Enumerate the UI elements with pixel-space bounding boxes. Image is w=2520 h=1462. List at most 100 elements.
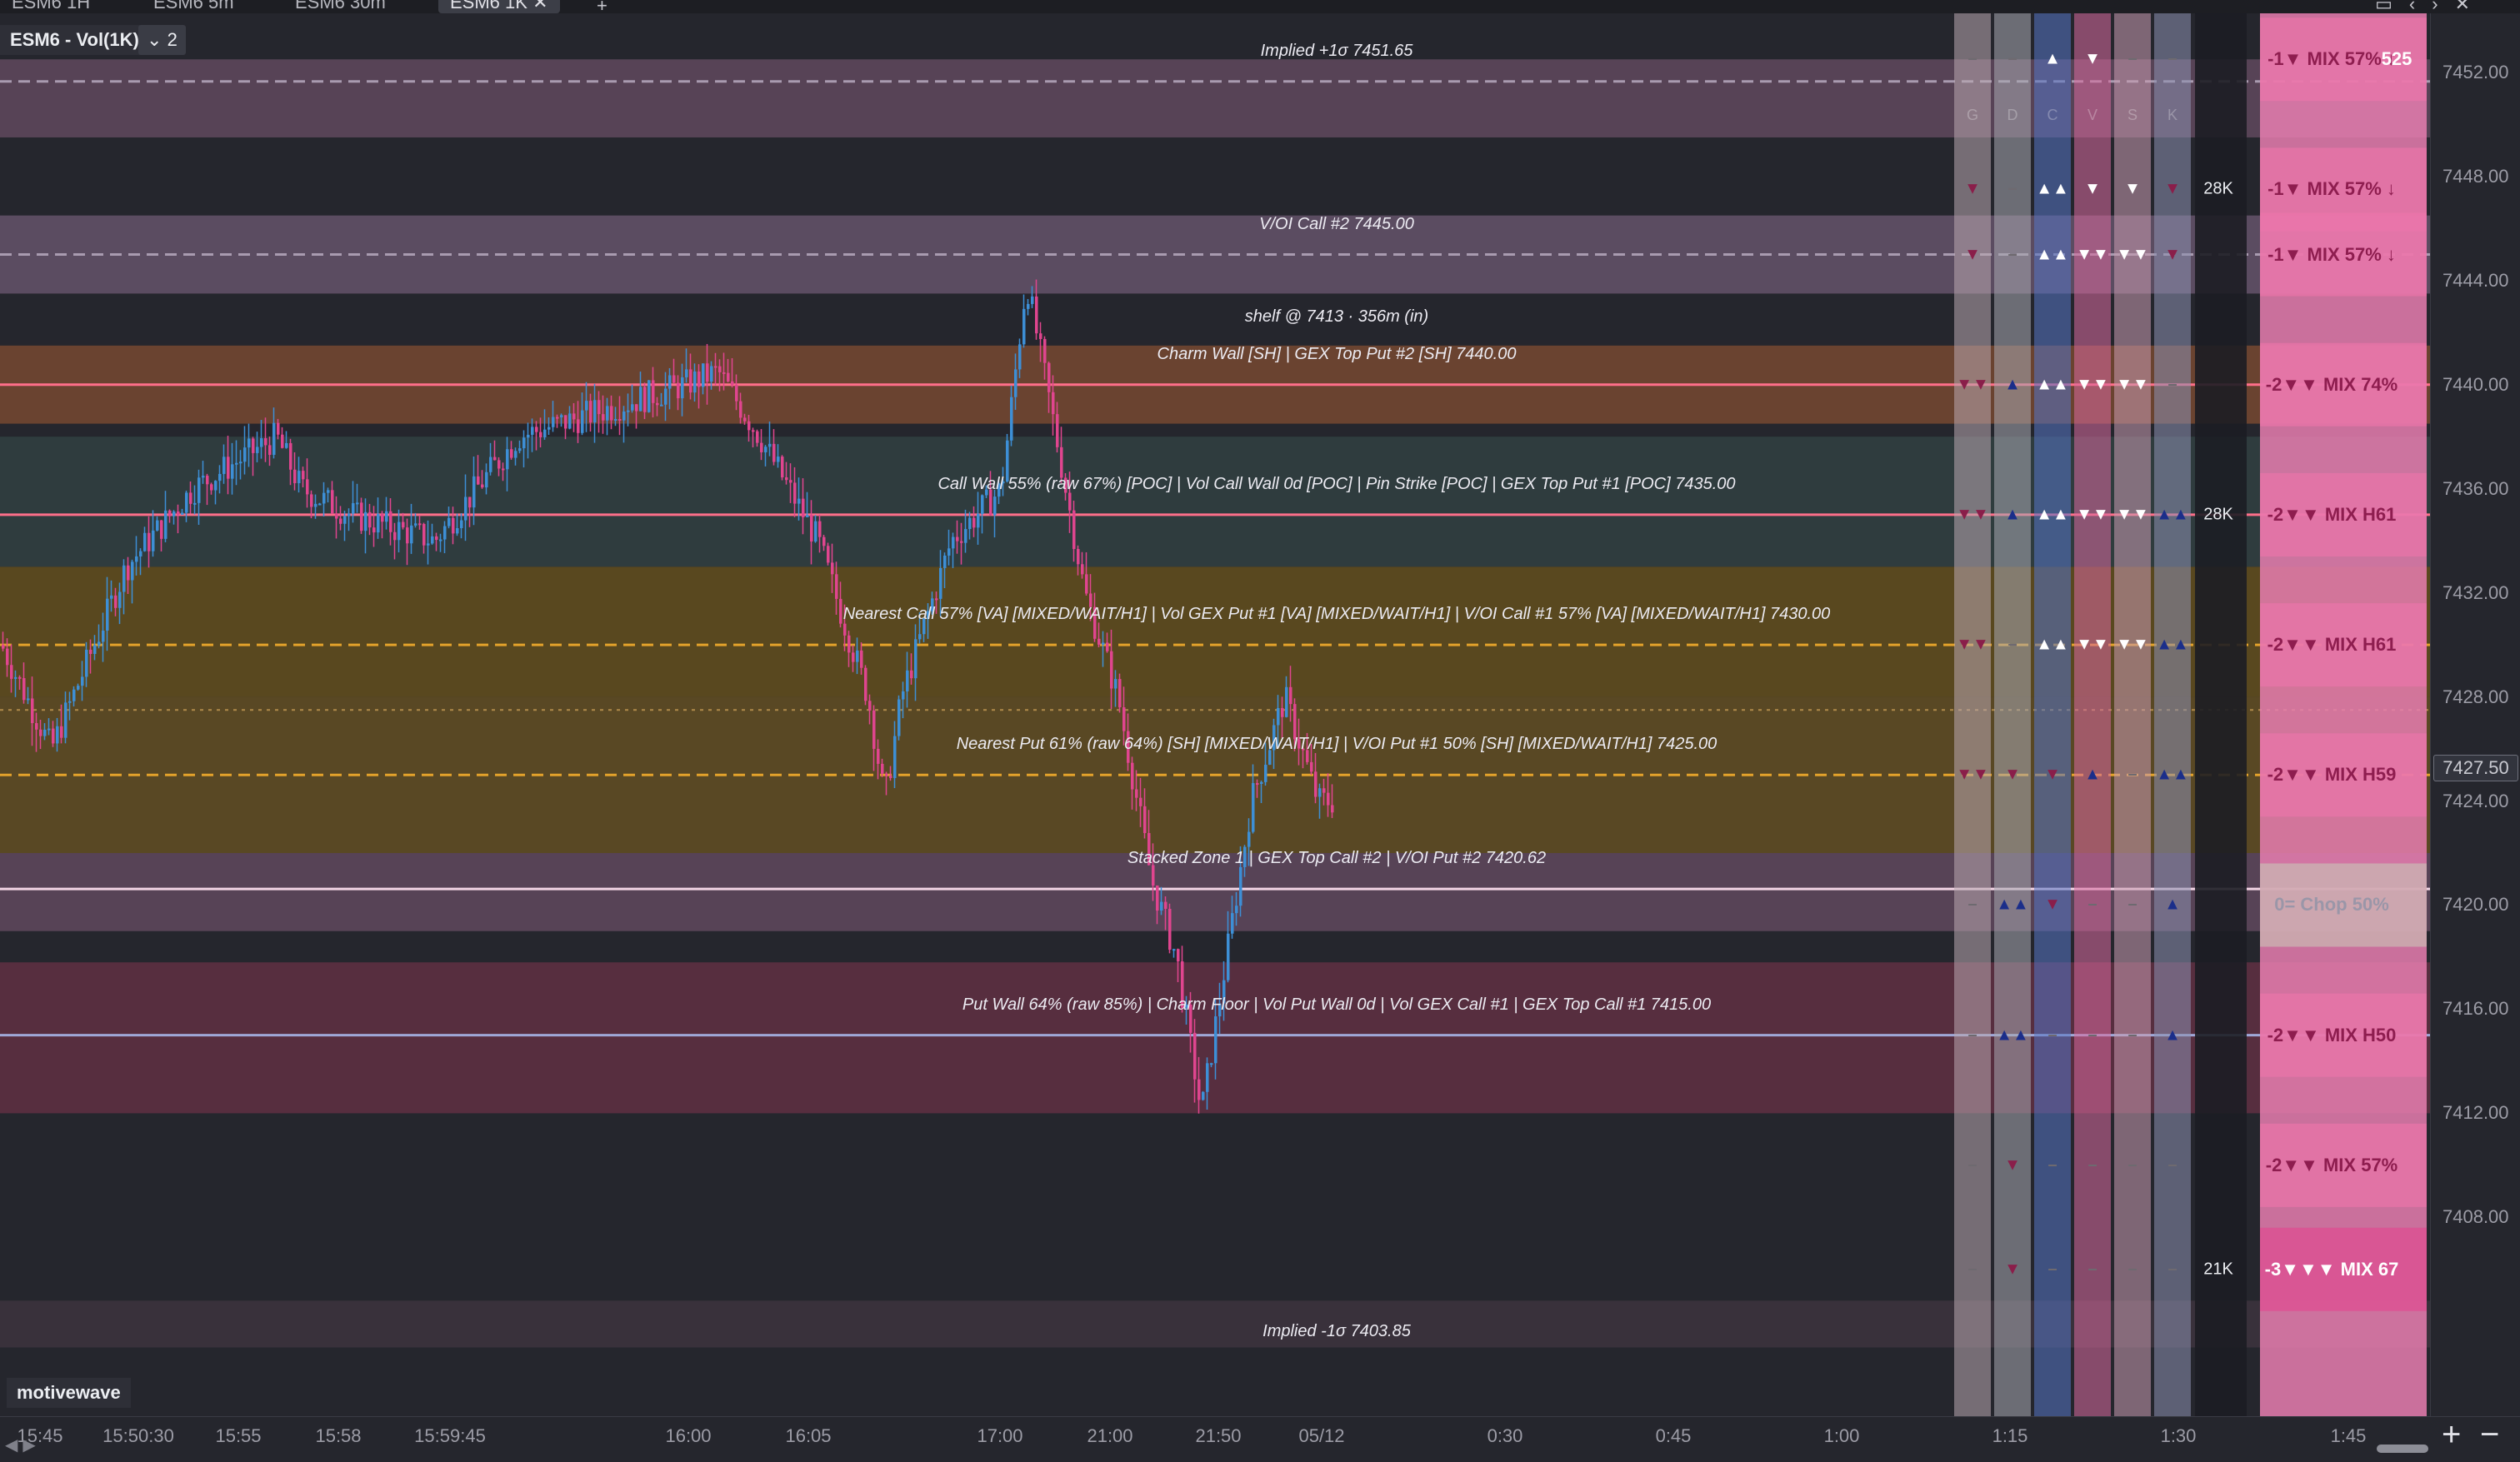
candle [1264, 765, 1268, 782]
more-icon[interactable]: › [2432, 0, 2454, 14]
candle [31, 698, 34, 724]
candle [1035, 296, 1038, 334]
candle [981, 495, 984, 514]
time-tick: 15:50:30 [102, 1425, 174, 1446]
candle [2, 645, 5, 649]
level-label: shelf @ 7413 · 356m (in) [1244, 307, 1429, 327]
candle [868, 701, 872, 711]
candle [606, 406, 609, 421]
layer-toggle-button[interactable]: ⌄ 2 [138, 25, 186, 55]
back-icon[interactable]: ‹ [2409, 0, 2432, 14]
matrix-cell: ▼ [2004, 765, 2021, 784]
matrix-cell: ▼ [2044, 765, 2061, 784]
candle [960, 541, 963, 543]
candle [748, 421, 751, 431]
candle [172, 511, 176, 516]
tab-esm6-1h[interactable]: ESM6 1H [0, 0, 102, 13]
candle [460, 520, 463, 529]
candle [1072, 510, 1076, 550]
candle [502, 468, 505, 471]
candle [293, 469, 297, 484]
candle [352, 503, 355, 514]
candle [314, 503, 318, 507]
candle [356, 502, 359, 505]
price-tick: 7420.00 [2442, 894, 2509, 916]
candle [668, 375, 672, 389]
layout-icon[interactable]: ▭ [2375, 0, 2409, 14]
candle [1206, 1063, 1209, 1092]
time-tick: 21:50 [1195, 1425, 1242, 1446]
close-window-icon[interactable]: ✕ [2455, 0, 2487, 14]
candle [335, 513, 338, 519]
candle [589, 401, 592, 423]
symbol-label[interactable]: ESM6 - Vol(1K) [0, 25, 149, 55]
price-axis[interactable]: 7452.00 7448.00 7444.00 7440.00 7436.00 7432.… [2430, 13, 2520, 1416]
candle [485, 472, 488, 488]
tab-esm6-30m[interactable]: ESM6 30m [283, 0, 398, 13]
candle [731, 381, 734, 385]
time-axis[interactable]: 15:45 15:50:30 15:55 15:58 15:59:45 16:00 16:0… [0, 1416, 2520, 1462]
matrix-cell: ▼ [1964, 179, 1981, 198]
candle [377, 514, 380, 533]
price-tick: 7444.00 [2442, 269, 2509, 291]
candle [410, 525, 413, 544]
candle [1214, 1016, 1218, 1064]
candle [56, 726, 59, 744]
matrix-cell: ▲ [2084, 765, 2101, 784]
matrix-cell: – [2088, 1025, 2098, 1045]
matrix-cell: – [2048, 1025, 2058, 1045]
matrix-column-bg [1994, 13, 2031, 1416]
level-label: Put Wall 64% (raw 85%) | Charm Floor | V… [962, 995, 1712, 1014]
candle [685, 369, 688, 377]
scrollbar-thumb[interactable] [2377, 1445, 2428, 1453]
candle [389, 511, 392, 532]
candle [622, 411, 626, 421]
candle [918, 634, 922, 640]
zoom-in-button[interactable]: + [2442, 1416, 2461, 1454]
candle [581, 410, 584, 433]
candle [339, 518, 342, 524]
candle [1118, 679, 1122, 708]
matrix-column-bg [2154, 13, 2191, 1416]
chart-area[interactable]: Implied +1σ 7451.65 V/OI Call #2 7445.00 s… [0, 13, 2430, 1416]
matrix-cell: – [2128, 1155, 2138, 1175]
candle [914, 639, 918, 679]
mix-signal: -3▼▼▼ MIX 67 [2264, 1258, 2399, 1280]
candle [772, 443, 776, 462]
candle [564, 415, 568, 429]
mix-signal: -2▼▼ MIX 57% [2265, 1154, 2398, 1175]
chevron-down-icon: ⌄ [147, 29, 162, 50]
candle [1114, 679, 1118, 689]
matrix-column-bg [1954, 13, 1991, 1416]
tab-esm6-5m[interactable]: ESM6 5m [142, 0, 246, 13]
candle [1331, 805, 1334, 813]
candle [64, 702, 68, 738]
matrix-cell: – [1968, 49, 1978, 68]
candle [1289, 686, 1292, 705]
tab-esm6-1k[interactable]: ESM6 1K ✕ [438, 0, 560, 13]
candle [227, 457, 230, 479]
matrix-column-header: C [2047, 107, 2058, 123]
scroll-right-icon[interactable]: ▶ [22, 1436, 40, 1455]
candle [664, 388, 668, 405]
candle [948, 548, 951, 556]
matrix-cell: – [2048, 1155, 2058, 1175]
candle [1239, 866, 1242, 906]
scroll-arrows[interactable]: ◀▶ [5, 1435, 41, 1455]
price-tick: 7408.00 [2442, 1206, 2509, 1228]
zoom-out-button[interactable]: − [2480, 1416, 2499, 1454]
candle [1027, 303, 1030, 309]
candle [289, 442, 292, 470]
chart-canvas[interactable] [0, 13, 2430, 1416]
candle [1231, 913, 1234, 934]
candle [681, 377, 684, 399]
candle [268, 445, 272, 455]
candle [498, 460, 501, 469]
scroll-left-icon[interactable]: ◀ [5, 1436, 22, 1455]
close-icon[interactable]: ✕ [532, 0, 548, 12]
candle [872, 710, 876, 749]
candle [752, 430, 755, 432]
candle [660, 404, 663, 407]
matrix-cell: – [1968, 1260, 1978, 1279]
candle [206, 476, 209, 485]
